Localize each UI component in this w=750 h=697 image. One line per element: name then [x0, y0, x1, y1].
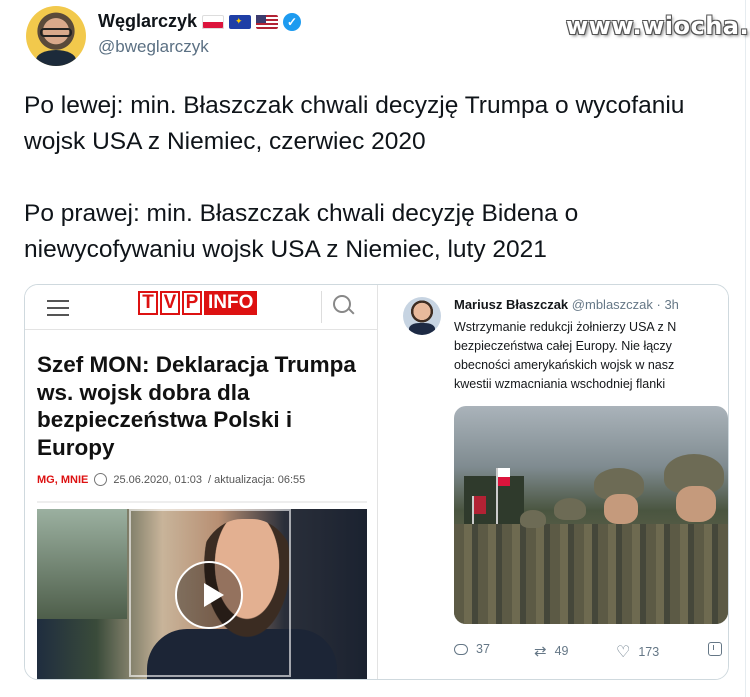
tvp-logo-letter-p: P — [182, 291, 202, 315]
heart-icon: ♡ — [616, 644, 631, 661]
polish-flag-shape — [498, 468, 510, 486]
article-headline: Szef MON: Deklaracja Trumpa ws. wojsk do… — [37, 352, 356, 460]
embedded-author-name: Mariusz Błaszczak — [454, 297, 569, 312]
mblaszczak-tweet-screenshot: Mariusz Błaszczak @mblaszczak · 3h Wstrz… — [378, 285, 728, 679]
reply-count: 37 — [476, 642, 490, 656]
tvp-logo-info: INFO — [204, 291, 258, 315]
glasses-shape — [40, 28, 72, 37]
avatar-suit — [409, 323, 435, 335]
tweet-paragraph-left: Po lewej: min. Błaszczak chwali decyzję … — [24, 92, 685, 155]
retweet-action: ⇄ 49 — [534, 642, 568, 660]
flag-shape — [474, 496, 486, 514]
soldier-helmet — [520, 510, 546, 528]
author-display-name[interactable]: Węglarczyk — [98, 11, 197, 32]
retweet-count: 49 — [554, 644, 569, 658]
article-updated: / aktualizacja: 06:55 — [208, 473, 306, 486]
embedded-tweet-text: Wstrzymanie redukcji żołnierzy USA z N b… — [454, 318, 728, 394]
header-separator — [321, 291, 322, 323]
eu-flag-icon — [229, 14, 252, 29]
share-icon — [708, 642, 722, 656]
embedded-tweet-line-1: Wstrzymanie redukcji żołnierzy USA z N — [454, 320, 677, 334]
article-tags: MG, MNIE — [37, 473, 89, 486]
shirt-shape — [36, 50, 76, 66]
article-meta: MG, MNIE 25.06.2020, 01:03 / aktualizacj… — [37, 473, 305, 486]
verified-badge-icon: ✓ — [283, 12, 302, 31]
article-divider — [37, 501, 367, 503]
author-avatar[interactable] — [26, 6, 86, 66]
tweet-text: Po lewej: min. Błaszczak chwali decyzję … — [24, 88, 724, 268]
tvp-logo-letter-v: V — [160, 291, 180, 315]
tvp-logo-letter-t: T — [138, 291, 158, 315]
embedded-tweet-header: Mariusz Błaszczak @mblaszczak · 3h — [454, 297, 728, 312]
embedded-tweet-actions: 37 ⇄ 49 ♡ 173 — [454, 642, 728, 662]
watermark: www.wiocha.pl — [566, 12, 750, 40]
tweet-paragraph-right: Po prawej: min. Błaszczak chwali decyzję… — [24, 200, 579, 263]
search-icon — [333, 295, 351, 313]
mblaszczak-avatar — [403, 297, 441, 335]
tvp-article-screenshot: T V P INFO Szef MON: Deklaracja Trumpa w… — [25, 285, 377, 679]
reply-action: 37 — [454, 642, 490, 656]
hamburger-menu-icon — [47, 300, 69, 321]
embedded-tweet-line-4: kwestii wzmacniania wschodniej flanki — [454, 377, 666, 391]
soldier-face — [604, 494, 638, 524]
usa-flag-icon — [256, 14, 279, 29]
edge-divider — [745, 0, 746, 697]
tvp-info-logo: T V P INFO — [138, 291, 258, 315]
play-icon — [175, 561, 243, 629]
clock-icon — [94, 473, 108, 486]
tweet-media-image[interactable]: T V P INFO Szef MON: Deklaracja Trumpa w… — [24, 284, 729, 680]
like-count: 173 — [638, 645, 660, 659]
author-name-row: Węglarczyk ✓ — [98, 11, 302, 32]
article-date: 25.06.2020, 01:03 — [113, 473, 203, 486]
soldier-face — [676, 486, 716, 522]
video-thumbnail — [37, 509, 367, 679]
soldier-ranks — [454, 524, 728, 624]
embedded-author-handle: @mblaszczak · 3h — [571, 297, 679, 312]
embedded-tweet-line-2: bezpieczeństwa całej Europy. Nie łączy — [454, 339, 672, 353]
soldiers-photo — [454, 406, 728, 624]
poland-flag-icon — [202, 14, 225, 29]
retweet-icon: ⇄ — [534, 643, 547, 660]
background-window — [37, 509, 127, 619]
reply-icon — [454, 643, 468, 655]
embedded-tweet-line-3: obecności amerykańskich wojsk w nasz — [454, 358, 675, 372]
share-action — [708, 642, 722, 656]
author-handle[interactable]: @bweglarczyk — [98, 37, 209, 57]
tvp-header: T V P INFO — [25, 285, 377, 330]
soldier-helmet — [554, 498, 586, 520]
like-action: ♡ 173 — [616, 642, 659, 662]
